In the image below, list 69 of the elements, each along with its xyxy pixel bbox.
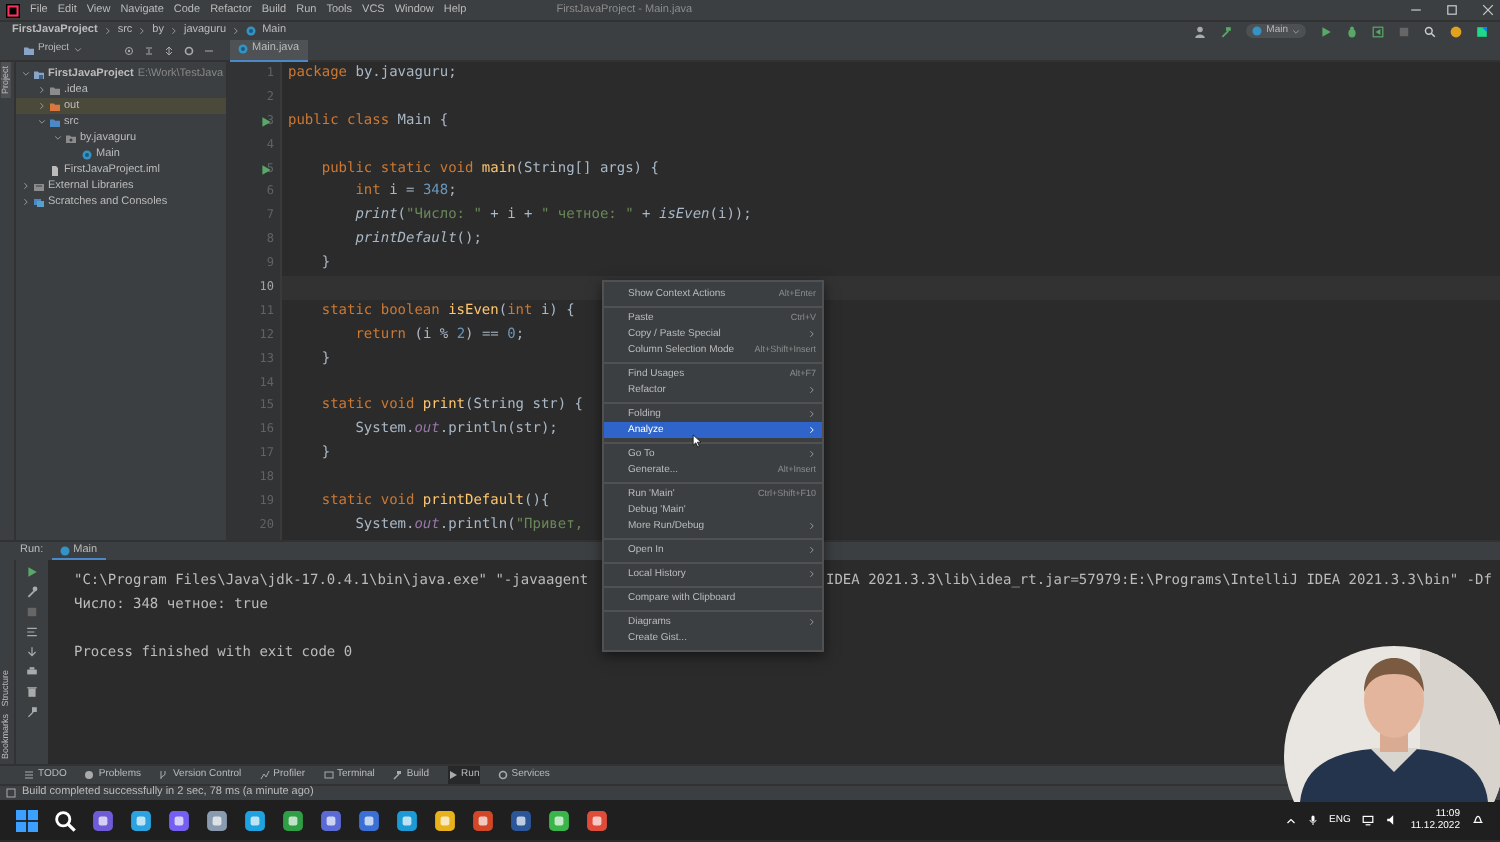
network-icon[interactable] — [1362, 814, 1375, 826]
app-icon[interactable] — [434, 809, 456, 831]
info-icon — [6, 788, 16, 798]
class-icon — [82, 149, 92, 159]
print-icon[interactable] — [26, 666, 38, 678]
update-icon[interactable] — [1450, 25, 1462, 37]
caret-icon — [1292, 27, 1300, 35]
package-icon — [66, 133, 76, 143]
run-icon — [447, 770, 458, 780]
settings-icon[interactable] — [184, 45, 194, 55]
caret-icon — [73, 46, 82, 54]
scroll-end-icon[interactable] — [26, 646, 38, 658]
app-icon[interactable] — [358, 809, 380, 831]
app-icon[interactable] — [472, 809, 494, 831]
search-icon[interactable] — [1424, 25, 1436, 37]
app-icon[interactable] — [206, 809, 228, 831]
run-icon[interactable] — [260, 163, 272, 176]
user-icon[interactable] — [1194, 25, 1207, 37]
list-icon — [24, 770, 34, 780]
chevron-up-icon[interactable] — [1285, 815, 1295, 825]
app-icon[interactable] — [320, 809, 342, 831]
gear-icon — [497, 770, 508, 780]
chart-icon — [259, 770, 270, 780]
app-logo-icon — [6, 3, 20, 17]
mouse-cursor-icon — [692, 432, 704, 450]
app-icon[interactable] — [282, 809, 304, 831]
app-icon[interactable] — [396, 809, 418, 831]
app-icon[interactable] — [244, 809, 266, 831]
problems-icon — [84, 770, 95, 780]
expand-icon[interactable] — [164, 45, 174, 55]
chevron-icon — [138, 26, 147, 36]
rerun-icon[interactable] — [26, 566, 38, 578]
close-icon[interactable] — [1482, 4, 1494, 16]
trash-icon[interactable] — [26, 686, 38, 698]
target-icon[interactable] — [124, 45, 134, 55]
app-icon[interactable] — [130, 809, 152, 831]
maximize-icon[interactable] — [1446, 4, 1458, 16]
app-icon[interactable] — [548, 809, 570, 831]
search-icon[interactable] — [54, 809, 76, 831]
app-icon[interactable] — [510, 809, 532, 831]
class-icon — [59, 545, 70, 555]
terminal-icon — [323, 770, 334, 780]
module-folder-icon — [34, 69, 44, 79]
volume-icon[interactable] — [1386, 814, 1399, 826]
app-icon[interactable] — [92, 809, 114, 831]
coverage-icon[interactable] — [1372, 25, 1384, 37]
branch-icon — [158, 770, 169, 780]
run-icon[interactable] — [260, 115, 272, 128]
class-icon — [1252, 26, 1263, 36]
microphone-icon[interactable] — [1307, 814, 1317, 826]
chevron-icon — [169, 26, 178, 36]
library-icon — [34, 181, 44, 191]
minimize-icon[interactable] — [1410, 4, 1422, 16]
file-icon — [50, 165, 60, 175]
notification-icon[interactable] — [1472, 814, 1484, 826]
chevron-icon — [232, 26, 241, 36]
bug-icon[interactable] — [1346, 25, 1358, 37]
hammer-icon[interactable] — [1220, 25, 1233, 37]
folder-icon — [24, 45, 34, 55]
pin-icon[interactable] — [26, 706, 38, 718]
scratch-icon — [34, 197, 44, 207]
ide-logo-icon[interactable] — [1476, 25, 1488, 37]
soft-wrap-icon[interactable] — [26, 626, 38, 638]
hammer-icon — [392, 770, 403, 780]
app-icon[interactable] — [586, 809, 608, 831]
wrench-icon[interactable] — [26, 586, 38, 598]
app-icon[interactable] — [168, 809, 190, 831]
start-icon[interactable] — [16, 809, 38, 831]
chevron-icon — [103, 26, 112, 36]
